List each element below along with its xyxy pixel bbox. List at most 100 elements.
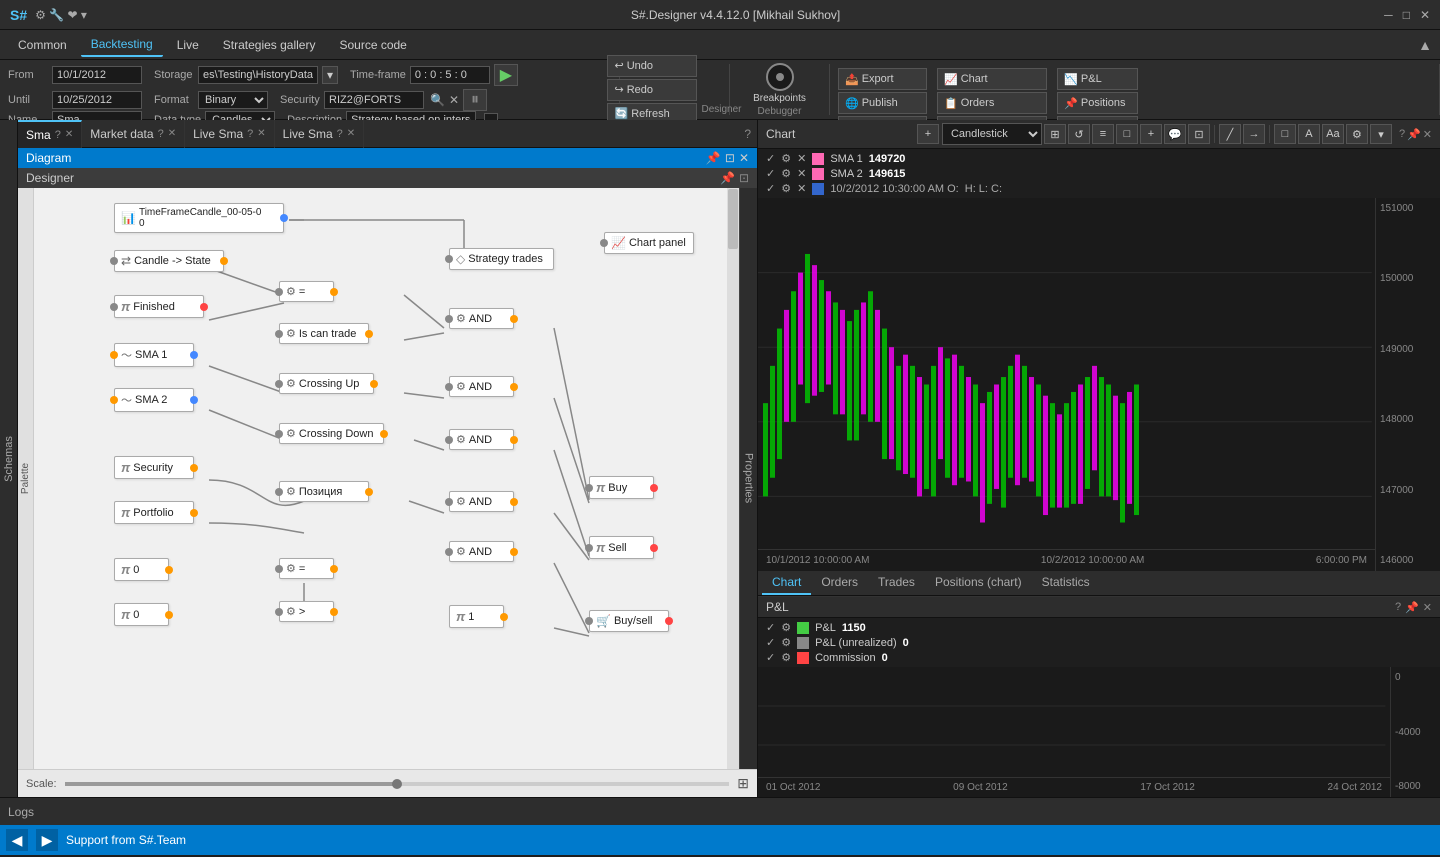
node-gt[interactable]: ⚙ > <box>279 601 334 622</box>
node-portfolio[interactable]: π Portfolio <box>114 501 194 524</box>
collapse-icon[interactable]: ▲ <box>1418 37 1432 53</box>
properties-side-tab[interactable]: Properties <box>739 188 757 769</box>
publish-btn[interactable]: 🌐 Publish <box>838 92 927 114</box>
node-candle-state[interactable]: ⇄ Candle -> State <box>114 250 224 272</box>
status-forward-btn[interactable]: ▶ <box>36 829 58 851</box>
timeframe-input[interactable] <box>410 66 490 84</box>
redo-btn[interactable]: ↪ Redo <box>607 79 697 101</box>
series-check1[interactable]: ✓ <box>766 152 775 165</box>
ct-btn5[interactable]: + <box>1140 124 1162 144</box>
pnl-chart-area[interactable]: 0 -4000 -8000 01 Oct 2012 09 Oct 2012 17… <box>758 667 1440 797</box>
pnl-close[interactable]: ✕ <box>1423 601 1432 614</box>
tab-live1-help[interactable]: ? <box>247 128 253 140</box>
diagram-pin[interactable]: 📌 <box>706 151 721 165</box>
tab-sma-help[interactable]: ? <box>55 129 61 141</box>
from-input[interactable] <box>52 66 142 84</box>
pnl-btn[interactable]: 📉 P&L <box>1057 68 1138 90</box>
series-x1[interactable]: ✕ <box>797 152 806 165</box>
chart-btn[interactable]: 📈 Chart <box>937 68 1047 90</box>
ct-btn10[interactable]: □ <box>1274 124 1296 144</box>
chart-tab-chart[interactable]: Chart <box>762 571 811 595</box>
scale-icon[interactable]: ⊞ <box>737 775 749 792</box>
pnl-check3[interactable]: ✓ <box>766 651 775 664</box>
node-eq1[interactable]: ⚙ = <box>279 281 334 302</box>
security-clear[interactable]: ✕ <box>449 93 459 107</box>
series-gear1[interactable]: ⚙ <box>781 152 791 165</box>
window-controls[interactable]: ─ □ ✕ <box>1384 8 1430 22</box>
node-timeframecandle[interactable]: 📊 TimeFrameCandle_00-05-0 0 <box>114 203 284 233</box>
diagram-float[interactable]: ⊡ <box>725 151 735 165</box>
ct-btn4[interactable]: □ <box>1116 124 1138 144</box>
undo-btn[interactable]: ↩ Undo <box>607 55 697 77</box>
ct-btn2[interactable]: ↺ <box>1068 124 1090 144</box>
tab-market-close[interactable]: ✕ <box>168 128 176 139</box>
node-crossing-down[interactable]: ⚙ Crossing Down <box>279 423 384 444</box>
chart-tab-trades[interactable]: Trades <box>868 571 925 595</box>
menubar-item-strategies[interactable]: Strategies gallery <box>213 34 326 56</box>
pnl-gear3[interactable]: ⚙ <box>781 651 791 664</box>
series-gear3[interactable]: ⚙ <box>781 182 791 195</box>
breakpoints-btn[interactable]: Breakpoints <box>755 62 805 104</box>
node-crossing-up[interactable]: ⚙ Crossing Up <box>279 373 374 394</box>
pnl-pin[interactable]: 📌 <box>1405 601 1419 614</box>
pnl-check2[interactable]: ✓ <box>766 636 775 649</box>
scroll-thumb[interactable] <box>728 189 738 249</box>
status-back-btn[interactable]: ◀ <box>6 829 28 851</box>
series-gear2[interactable]: ⚙ <box>781 167 791 180</box>
chart-help[interactable]: ? <box>1399 128 1405 140</box>
series-check3[interactable]: ✓ <box>766 182 775 195</box>
designer-float[interactable]: ⊡ <box>739 171 749 185</box>
pnl-check1[interactable]: ✓ <box>766 621 775 634</box>
format-select[interactable]: Binary <box>198 91 268 109</box>
ct-btn8[interactable]: ╱ <box>1219 124 1241 144</box>
node-pozicija[interactable]: ⚙ Позиция <box>279 481 369 502</box>
export-btn[interactable]: 📤 Export <box>838 68 927 90</box>
ct-btn6[interactable]: 💬 <box>1164 124 1186 144</box>
node-strategy-trades[interactable]: ◇ Strategy trades <box>449 248 554 270</box>
chart-type-select[interactable]: Candlestick <box>942 123 1042 145</box>
diagram-close[interactable]: ✕ <box>739 151 749 165</box>
chart-close-btn[interactable]: ✕ <box>1423 128 1432 141</box>
security-input[interactable] <box>324 91 424 109</box>
designer-pin[interactable]: 📌 <box>720 171 735 185</box>
ct-btn14[interactable]: ▾ <box>1370 124 1392 144</box>
pnl-help[interactable]: ? <box>1395 601 1401 613</box>
node-and5[interactable]: ⚙ AND <box>449 541 514 562</box>
menubar-item-backtesting[interactable]: Backtesting <box>81 33 163 57</box>
node-iscan-trade[interactable]: ⚙ Is can trade <box>279 323 369 344</box>
storage-dropdown[interactable]: ▾ <box>322 66 338 84</box>
node-chart-panel[interactable]: 📈 Chart panel <box>604 232 694 254</box>
series-check2[interactable]: ✓ <box>766 167 775 180</box>
orders-btn[interactable]: 📋 Orders <box>937 92 1047 114</box>
restore-icon[interactable]: □ <box>1403 8 1410 22</box>
chart-tab-orders[interactable]: Orders <box>811 571 868 595</box>
chart-pin[interactable]: 📌 <box>1407 128 1421 141</box>
tab-live2-close[interactable]: ✕ <box>347 128 355 139</box>
tab-market-help[interactable]: ? <box>158 128 164 140</box>
minimize-icon[interactable]: ─ <box>1384 8 1393 22</box>
node-and2[interactable]: ⚙ AND <box>449 376 514 397</box>
node-zero1[interactable]: π 0 <box>114 558 169 581</box>
scale-slider[interactable] <box>65 782 730 786</box>
series-x3[interactable]: ✕ <box>797 182 806 195</box>
tab-sma-close[interactable]: ✕ <box>65 129 73 140</box>
node-and3[interactable]: ⚙ AND <box>449 429 514 450</box>
node-sma2[interactable]: 〜 SMA 2 <box>114 388 194 412</box>
diagram-canvas[interactable]: Palette <box>18 188 757 769</box>
chart-area-main[interactable]: 151000 150000 149000 148000 147000 14600… <box>758 198 1440 571</box>
menubar-item-source[interactable]: Source code <box>329 34 416 56</box>
pnl-gear1[interactable]: ⚙ <box>781 621 791 634</box>
tab-sma[interactable]: Sma ? ✕ <box>18 120 82 148</box>
schemas-tab[interactable]: Schemas <box>0 120 18 797</box>
ct-btn13[interactable]: ⚙ <box>1346 124 1368 144</box>
security-search[interactable]: 🔍 <box>430 93 445 107</box>
ct-btn3[interactable]: ≡ <box>1092 124 1114 144</box>
series-x2[interactable]: ✕ <box>797 167 806 180</box>
until-input[interactable] <box>52 91 142 109</box>
tab-market-data[interactable]: Market data ? ✕ <box>82 120 185 148</box>
node-and4[interactable]: ⚙ AND <box>449 491 514 512</box>
node-one[interactable]: π 1 <box>449 605 504 628</box>
tab-live-sma1[interactable]: Live Sma ? ✕ <box>185 120 275 148</box>
close-icon[interactable]: ✕ <box>1420 8 1430 22</box>
node-buysell[interactable]: 🛒 Buy/sell <box>589 610 669 632</box>
